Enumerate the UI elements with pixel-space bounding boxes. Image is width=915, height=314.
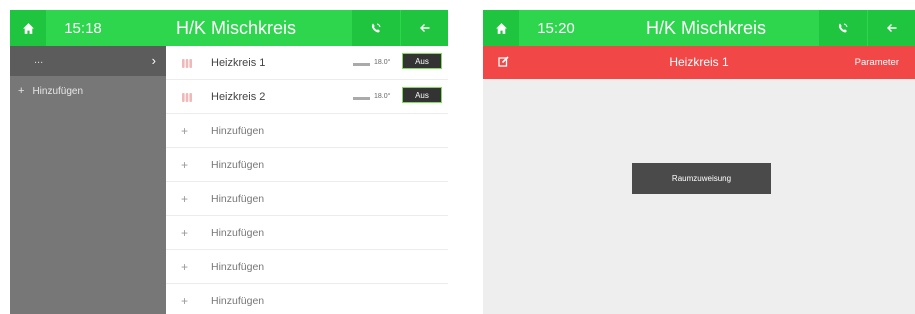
home-button[interactable] [10,10,46,46]
plus-icon: + [18,85,25,97]
add-row[interactable]: + Hinzufügen [166,216,448,250]
sidebar-add-label: Hinzufügen [32,85,84,97]
circuit-row[interactable]: Heizkreis 2 18.0° Aus [166,80,448,114]
plus-icon: + [181,259,189,274]
circuit-title: Heizkreis 1 [669,55,729,69]
page-title: H/K Mischkreis [175,17,296,38]
circuit-row[interactable]: Heizkreis 1 18.0° Aus [166,46,448,80]
plus-icon: + [181,191,189,206]
left-screen: 15:18 H/K Mischkreis ... › + Hinzufügen … [10,10,448,314]
parameter-link[interactable]: Parameter [855,57,899,68]
home-icon [495,22,507,34]
off-button[interactable]: Aus [402,87,442,103]
back-button[interactable] [400,10,448,46]
circuit-temperature: 18.0° [374,93,391,100]
add-label: Hinzufügen [211,294,265,307]
off-button[interactable]: Aus [402,53,442,69]
circuit-temperature: 18.0° [374,59,391,66]
clock-time: 15:20 [537,19,575,37]
add-label: Hinzufügen [211,158,265,171]
add-label: Hinzufügen [211,192,265,205]
radiator-icon [182,93,192,102]
circuit-name: Heizkreis 1 [211,56,266,69]
chevron-right-icon: › [151,53,156,68]
right-screen: 15:20 H/K Mischkreis Heizkreis 1 Paramet… [483,10,915,314]
back-button[interactable] [867,10,915,46]
top-bar: 15:20 H/K Mischkreis [483,10,915,46]
add-row[interactable]: + Hinzufügen [166,114,448,148]
phone-icon [371,23,381,33]
room-assignment-button[interactable]: Raumzuweisung [632,163,771,194]
plus-icon: + [181,225,189,240]
plus-icon: + [181,157,189,172]
sub-header: Heizkreis 1 Parameter [483,46,915,79]
home-button[interactable] [483,10,519,46]
plus-icon: + [181,123,189,138]
add-row[interactable]: + Hinzufügen [166,182,448,216]
radiator-icon [182,59,192,68]
circuit-list: Heizkreis 1 18.0° Aus Heizkreis 2 18.0° … [166,46,448,314]
plus-icon: + [181,293,189,308]
sidebar: ... › + Hinzufügen [10,46,166,314]
phone-icon [838,23,848,33]
page-title: H/K Mischkreis [645,17,766,38]
add-label: Hinzufügen [211,124,265,137]
sidebar-parent-label: ... [34,54,44,66]
add-label: Hinzufügen [211,260,265,273]
add-row[interactable]: + Hinzufügen [166,148,448,182]
temperature-bar [353,63,370,66]
sidebar-parent-item[interactable]: ... › [10,46,166,76]
top-bar: 15:18 H/K Mischkreis [10,10,448,46]
sidebar-add-item[interactable]: + Hinzufügen [10,76,166,106]
arrow-left-icon [886,24,896,32]
circuit-name: Heizkreis 2 [211,90,266,103]
phone-button[interactable] [819,10,867,46]
add-label: Hinzufügen [211,226,265,239]
add-row[interactable]: + Hinzufügen [166,284,448,314]
add-row[interactable]: + Hinzufügen [166,250,448,284]
phone-button[interactable] [352,10,400,46]
arrow-left-icon [419,24,429,32]
clock-time: 15:18 [64,19,102,37]
temperature-bar [353,97,370,100]
home-icon [22,22,34,34]
